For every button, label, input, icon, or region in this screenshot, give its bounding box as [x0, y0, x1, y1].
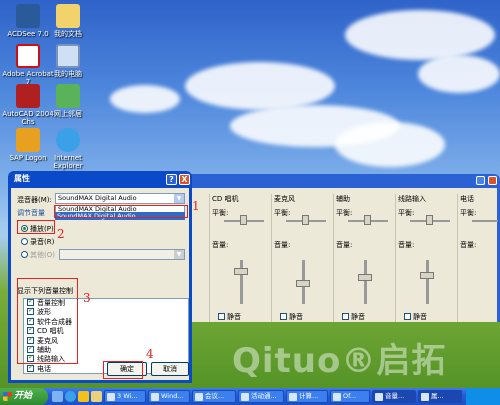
cloud: [110, 85, 180, 113]
cloud: [185, 62, 335, 110]
mixer-device-label: 混音器(M):: [17, 196, 52, 204]
mute-checkbox[interactable]: 静音: [404, 312, 427, 322]
balance-slider[interactable]: [426, 215, 433, 225]
mixer-column-line-in: 线路输入 平衡: 音量: 静音: [398, 194, 458, 322]
mute-checkbox[interactable]: 静音: [280, 312, 303, 322]
mixer-column-cd: CD 唱机 平衡: 音量: 静音: [212, 194, 272, 322]
cancel-button[interactable]: 取消: [151, 362, 189, 376]
taskbar-item[interactable]: 3 Wi...: [104, 390, 146, 403]
volume-slider[interactable]: [420, 272, 434, 279]
tray-area: [466, 388, 500, 405]
taskbar-item[interactable]: Wind...: [148, 390, 190, 403]
mixer-column-phone: 电话 平衡: 音量:: [460, 194, 500, 322]
sap-icon: [16, 128, 40, 152]
taskbar: 开始 3 Wi... Wind... 会议... 活动通... 计算... Of…: [0, 388, 500, 405]
mixer-column-aux: 辅助 平衡: 音量: 静音: [336, 194, 396, 322]
taskbar-item-active[interactable]: 属...: [418, 390, 462, 403]
acrobat-icon: [16, 44, 40, 68]
chevron-down-icon: ▼: [174, 194, 184, 203]
media-quicklaunch-icon[interactable]: [78, 391, 89, 402]
volume-slider[interactable]: [296, 280, 310, 287]
volume-slider[interactable]: [358, 274, 372, 281]
cloud: [335, 122, 445, 167]
dialog-title: 属性: [14, 174, 30, 183]
minimize-button[interactable]: [476, 176, 485, 185]
annotation-number-4: 4: [146, 347, 154, 361]
annotation-box-1: [54, 205, 188, 218]
balance-track: [472, 220, 498, 222]
mute-checkbox[interactable]: 静音: [218, 312, 241, 322]
radio-other[interactable]: 其他(O): [21, 250, 55, 260]
annotation-box-4: [103, 361, 143, 379]
desktop-icon-network[interactable]: 网上邻居: [42, 84, 94, 118]
annotation-box-3: [17, 278, 78, 364]
internet-explorer-icon: [56, 128, 80, 152]
balance-slider[interactable]: [302, 215, 309, 225]
computer-icon: [56, 44, 80, 68]
chevron-down-icon: ▼: [174, 250, 184, 259]
volume-track: [426, 260, 429, 304]
annotation-number-1: 1: [192, 199, 200, 213]
cloud: [418, 55, 500, 93]
cloud: [345, 10, 495, 60]
watermark: Qituo®启拓: [232, 341, 447, 381]
annotation-number-3: 3: [83, 291, 91, 305]
taskbar-item[interactable]: 计算...: [286, 390, 328, 403]
balance-slider[interactable]: [240, 215, 247, 225]
volume-slider[interactable]: [234, 268, 248, 275]
annotation-number-2: 2: [57, 227, 65, 241]
volume-mixer-window: CD 唱机 平衡: 音量: 静音 麦克风 平衡: 音量: 静音 辅助 平衡: 音…: [180, 174, 500, 322]
acdsee-icon: [16, 4, 40, 28]
volume-track: [364, 260, 367, 304]
windows-logo-icon: [3, 392, 12, 401]
taskbar-item-active[interactable]: 音量...: [372, 390, 416, 403]
desktop-quicklaunch-icon[interactable]: [52, 391, 63, 402]
autocad-icon: [16, 84, 40, 108]
desktop-icon-my-computer[interactable]: 我的电脑: [42, 44, 94, 78]
taskbar-item[interactable]: Of...: [330, 390, 370, 403]
annotation-box-2: [17, 220, 55, 234]
volume-track: [240, 260, 243, 304]
mixer-body: CD 唱机 平衡: 音量: 静音 麦克风 平衡: 音量: 静音 辅助 平衡: 音…: [183, 188, 500, 322]
taskbar-item[interactable]: 会议...: [192, 390, 236, 403]
close-button[interactable]: [488, 176, 497, 185]
balance-slider[interactable]: [364, 215, 371, 225]
taskbar-item[interactable]: 活动通...: [238, 390, 284, 403]
radio-record[interactable]: 录音(R): [21, 237, 54, 247]
mute-checkbox[interactable]: 静音: [342, 312, 365, 322]
adjust-volume-label: 调节音量: [17, 209, 45, 217]
other-device-select[interactable]: ▼: [59, 249, 185, 260]
mixer-device-select[interactable]: SoundMAX Digital Audio ▼: [55, 193, 185, 204]
internet-explorer-quicklaunch-icon[interactable]: [65, 391, 76, 402]
desktop-icon-my-documents[interactable]: 我的文档: [42, 4, 94, 38]
desktop-icon-internet-explorer[interactable]: Internet Explorer: [42, 128, 94, 170]
start-button[interactable]: 开始: [0, 388, 48, 405]
folder-quicklaunch-icon[interactable]: [91, 391, 102, 402]
close-button[interactable]: X: [179, 174, 190, 185]
help-button[interactable]: ?: [166, 174, 177, 185]
folder-icon: [56, 4, 80, 28]
network-icon: [56, 84, 80, 108]
mixer-column-microphone: 麦克风 平衡: 音量: 静音: [274, 194, 334, 322]
